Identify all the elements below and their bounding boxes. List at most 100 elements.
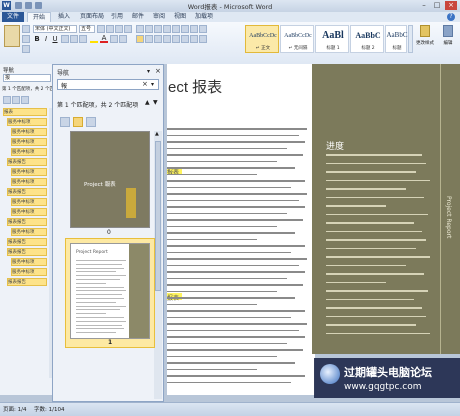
nav-heading-item[interactable]: 服务中标项 xyxy=(11,258,47,266)
nav-heading-item[interactable]: 服务中标项 xyxy=(11,208,47,216)
char-shading-icon[interactable] xyxy=(110,35,118,43)
browse-pages-tab-icon[interactable] xyxy=(73,117,83,127)
tab-mailings[interactable]: 邮件 xyxy=(132,12,144,22)
browse-results-tab-icon[interactable] xyxy=(86,117,96,127)
borders-icon[interactable] xyxy=(199,35,207,43)
font-size-select[interactable]: 五号 xyxy=(79,25,95,33)
tab-page-layout[interactable]: 页面布局 xyxy=(80,12,104,22)
nav-scroll-thumb[interactable] xyxy=(155,141,161,291)
minimize-button[interactable]: – xyxy=(418,1,430,10)
bullets-icon[interactable] xyxy=(136,25,144,33)
nav-prev-result-icon[interactable]: ▲ xyxy=(145,99,150,106)
change-styles-button[interactable]: 更改样式 xyxy=(415,25,435,54)
tab-review[interactable]: 审阅 xyxy=(153,12,165,22)
search-clear-icon[interactable]: × xyxy=(142,80,148,88)
nav-heading-item[interactable]: 服务中标项 xyxy=(11,168,47,176)
nav-scrollbar[interactable]: ▲ xyxy=(154,131,162,399)
align-left-icon[interactable] xyxy=(136,35,144,43)
tab-view[interactable]: 视图 xyxy=(174,12,186,22)
browse-results-icon[interactable] xyxy=(21,96,29,104)
char-border-icon[interactable] xyxy=(119,35,127,43)
style-sample: AaBbCcDc xyxy=(249,33,277,39)
nav-heading-item[interactable]: 服务中标项 xyxy=(11,138,47,146)
style-title[interactable]: AaBbC 标题 xyxy=(385,25,408,53)
nav-heading-item[interactable]: 服务中标项 xyxy=(11,178,47,186)
tab-references[interactable]: 引用 xyxy=(111,12,123,22)
nav-scroll-up-icon[interactable]: ▲ xyxy=(155,131,159,137)
sort-icon[interactable] xyxy=(190,25,198,33)
browse-pages-icon[interactable] xyxy=(12,96,20,104)
copy-icon[interactable] xyxy=(22,35,30,43)
page-count[interactable]: 页面: 1/4 xyxy=(3,405,26,413)
underline-button[interactable]: U xyxy=(51,35,59,43)
numbering-icon[interactable] xyxy=(145,25,153,33)
nav-heading-item[interactable]: 服务中标项 xyxy=(11,198,47,206)
line-spacing-icon[interactable] xyxy=(181,35,189,43)
style-heading-2[interactable]: AaBbC 标题 2 xyxy=(350,25,384,53)
search-options-icon[interactable]: ▾ xyxy=(151,81,154,88)
show-marks-icon[interactable] xyxy=(199,25,207,33)
clear-format-icon[interactable] xyxy=(115,25,123,33)
superscript-icon[interactable] xyxy=(79,35,87,43)
subscript-icon[interactable] xyxy=(70,35,78,43)
cut-icon[interactable] xyxy=(22,25,30,33)
align-center-icon[interactable] xyxy=(145,35,153,43)
format-painter-icon[interactable] xyxy=(22,45,30,53)
nav-heading-item[interactable]: 服务中标项 xyxy=(11,268,47,276)
style-normal[interactable]: AaBbCcDc ↵ 正文 xyxy=(245,25,279,53)
nav-heading-item[interactable]: 服务中标项 xyxy=(11,128,47,136)
nav-heading-item[interactable]: 报表报告 xyxy=(7,158,47,166)
nav-heading-item[interactable]: 报表报告 xyxy=(7,218,47,226)
shrink-font-icon[interactable] xyxy=(106,25,114,33)
multilevel-list-icon[interactable] xyxy=(154,25,162,33)
nav-next-result-icon[interactable]: ▼ xyxy=(153,99,158,106)
highlight-color-icon[interactable] xyxy=(90,35,98,43)
bold-button[interactable]: B xyxy=(33,35,41,43)
align-right-icon[interactable] xyxy=(154,35,162,43)
grow-font-icon[interactable] xyxy=(97,25,105,33)
style-no-spacing[interactable]: AaBbCcDc ↵ 无间隔 xyxy=(280,25,314,53)
word-count[interactable]: 字数: 1/104 xyxy=(34,405,64,413)
help-icon[interactable]: ? xyxy=(447,13,455,21)
nav-heading-item[interactable]: 服务中标项 xyxy=(11,228,47,236)
nav-heading-item[interactable]: 报表报告 xyxy=(7,278,47,286)
tab-insert[interactable]: 插入 xyxy=(58,12,70,22)
gallery-scroll-button[interactable] xyxy=(408,25,413,53)
nav-back-search-input[interactable]: 报 xyxy=(3,74,51,82)
nav-heading-item[interactable]: 报表报告 xyxy=(7,248,47,256)
nav-dropdown-icon[interactable]: ▾ xyxy=(147,68,150,75)
font-color-icon[interactable]: A xyxy=(100,35,108,43)
nav-heading-item[interactable]: 报表报告 xyxy=(7,188,47,196)
phonetic-icon[interactable] xyxy=(124,25,132,33)
page-thumbnail-0[interactable]: Project 報表 xyxy=(70,131,150,228)
nav-close-icon[interactable]: × xyxy=(155,67,161,75)
editing-button[interactable]: 编辑 xyxy=(438,25,458,54)
maximize-button[interactable]: □ xyxy=(431,1,443,10)
nav-search-input[interactable]: 報 × ▾ xyxy=(57,79,159,90)
justify-icon[interactable] xyxy=(163,35,171,43)
paste-button[interactable] xyxy=(4,25,20,47)
chinese-layout-icon[interactable] xyxy=(181,25,189,33)
tab-file[interactable]: 文件 xyxy=(2,12,24,22)
increase-indent-icon[interactable] xyxy=(172,25,180,33)
browse-headings-icon[interactable] xyxy=(3,96,11,104)
close-button[interactable]: × xyxy=(445,1,457,10)
distributed-icon[interactable] xyxy=(172,35,180,43)
style-heading-1[interactable]: AaBl 标题 1 xyxy=(315,25,349,53)
decrease-indent-icon[interactable] xyxy=(163,25,171,33)
nav-heading-item[interactable]: 服务中标项 xyxy=(7,118,47,126)
page-thumbnail-1[interactable]: Project Report xyxy=(70,243,150,339)
text-line xyxy=(167,251,291,253)
document-page[interactable]: ect 报表 报表 报表 xyxy=(167,64,315,395)
nav-heading-item[interactable]: 报表报告 xyxy=(7,238,47,246)
nav-heading-item[interactable]: 服务中标项 xyxy=(11,148,47,156)
font-name-select[interactable]: 宋体 (中文正文) xyxy=(33,25,77,33)
tab-home[interactable]: 开始 xyxy=(27,12,51,22)
strikethrough-icon[interactable] xyxy=(61,35,69,43)
browse-headings-tab-icon[interactable] xyxy=(60,117,70,127)
tab-addins[interactable]: 加载项 xyxy=(195,12,213,22)
nav-heading-item[interactable]: 报表 xyxy=(3,108,47,116)
watermark-text: 过期罐头电脑论坛 xyxy=(344,366,432,379)
italic-button[interactable]: I xyxy=(42,35,50,43)
shading-icon[interactable] xyxy=(190,35,198,43)
